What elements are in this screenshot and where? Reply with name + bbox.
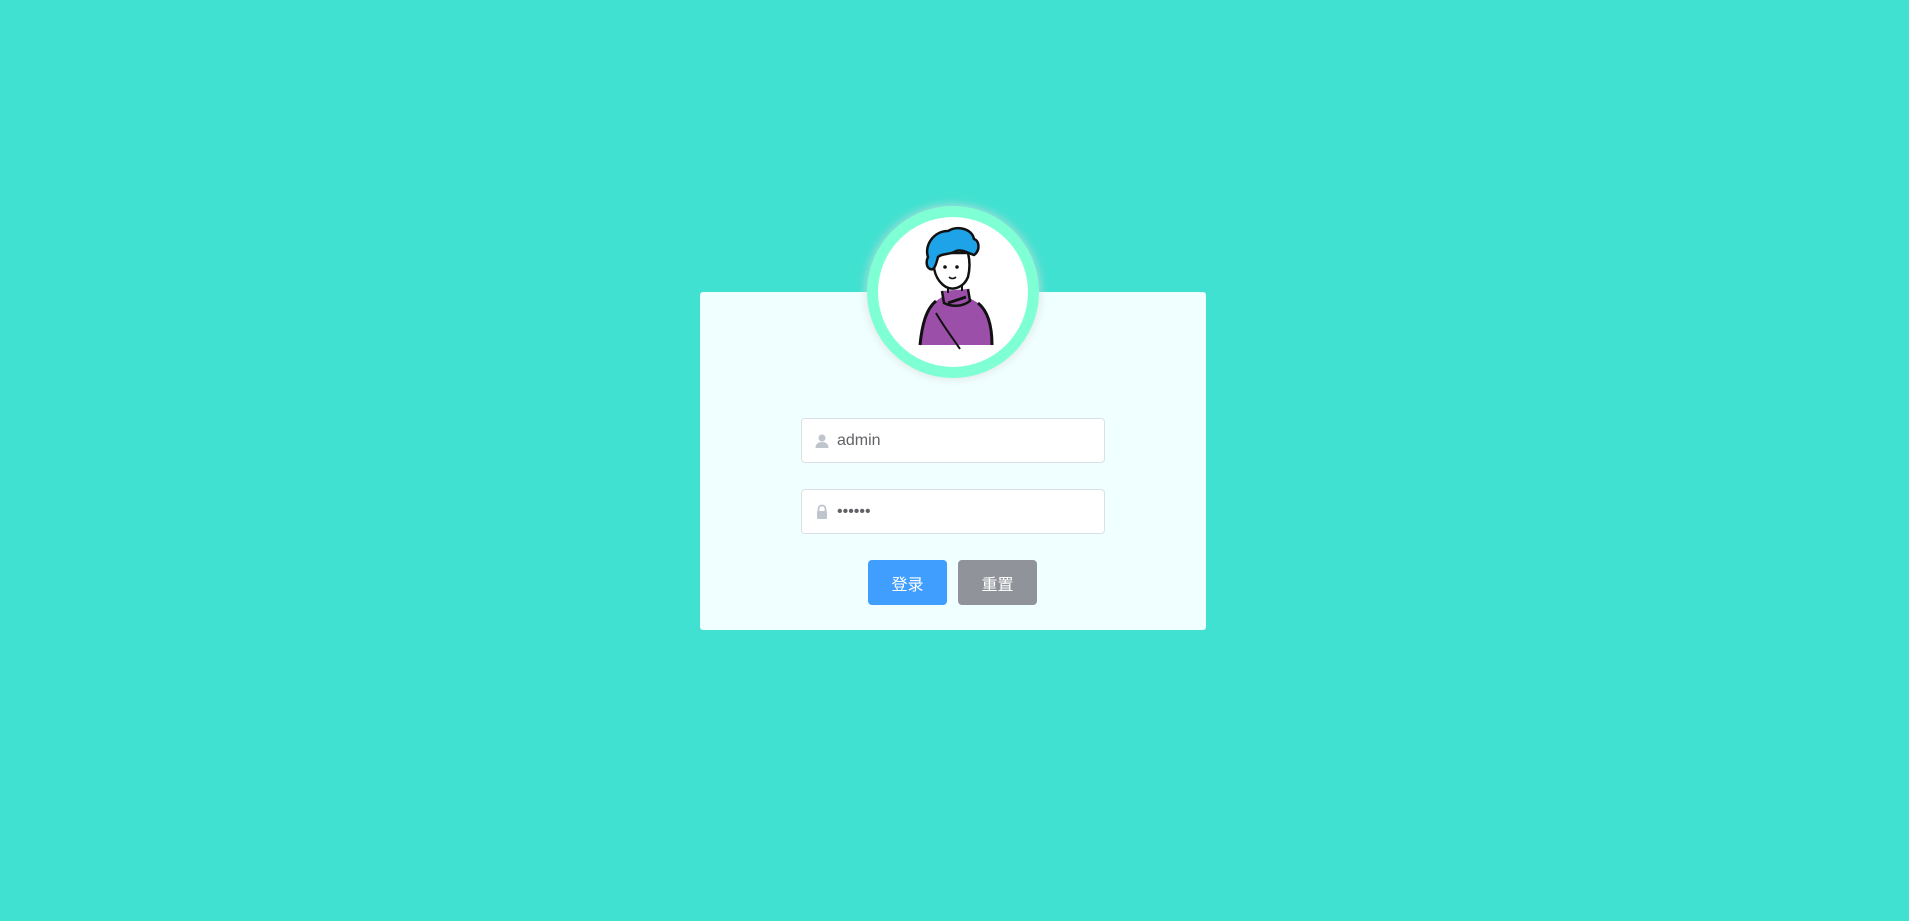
username-input[interactable] <box>837 420 1104 461</box>
username-field[interactable] <box>801 418 1105 463</box>
lock-icon <box>807 490 837 533</box>
login-page: 登录 重置 <box>0 0 1909 921</box>
password-input[interactable] <box>837 491 1104 532</box>
login-button[interactable]: 登录 <box>868 560 947 605</box>
password-field[interactable] <box>801 489 1105 534</box>
avatar-image <box>878 217 1028 367</box>
avatar-illustration-icon <box>918 227 994 350</box>
reset-button[interactable]: 重置 <box>958 560 1037 605</box>
user-icon <box>807 419 837 462</box>
avatar <box>867 206 1039 378</box>
